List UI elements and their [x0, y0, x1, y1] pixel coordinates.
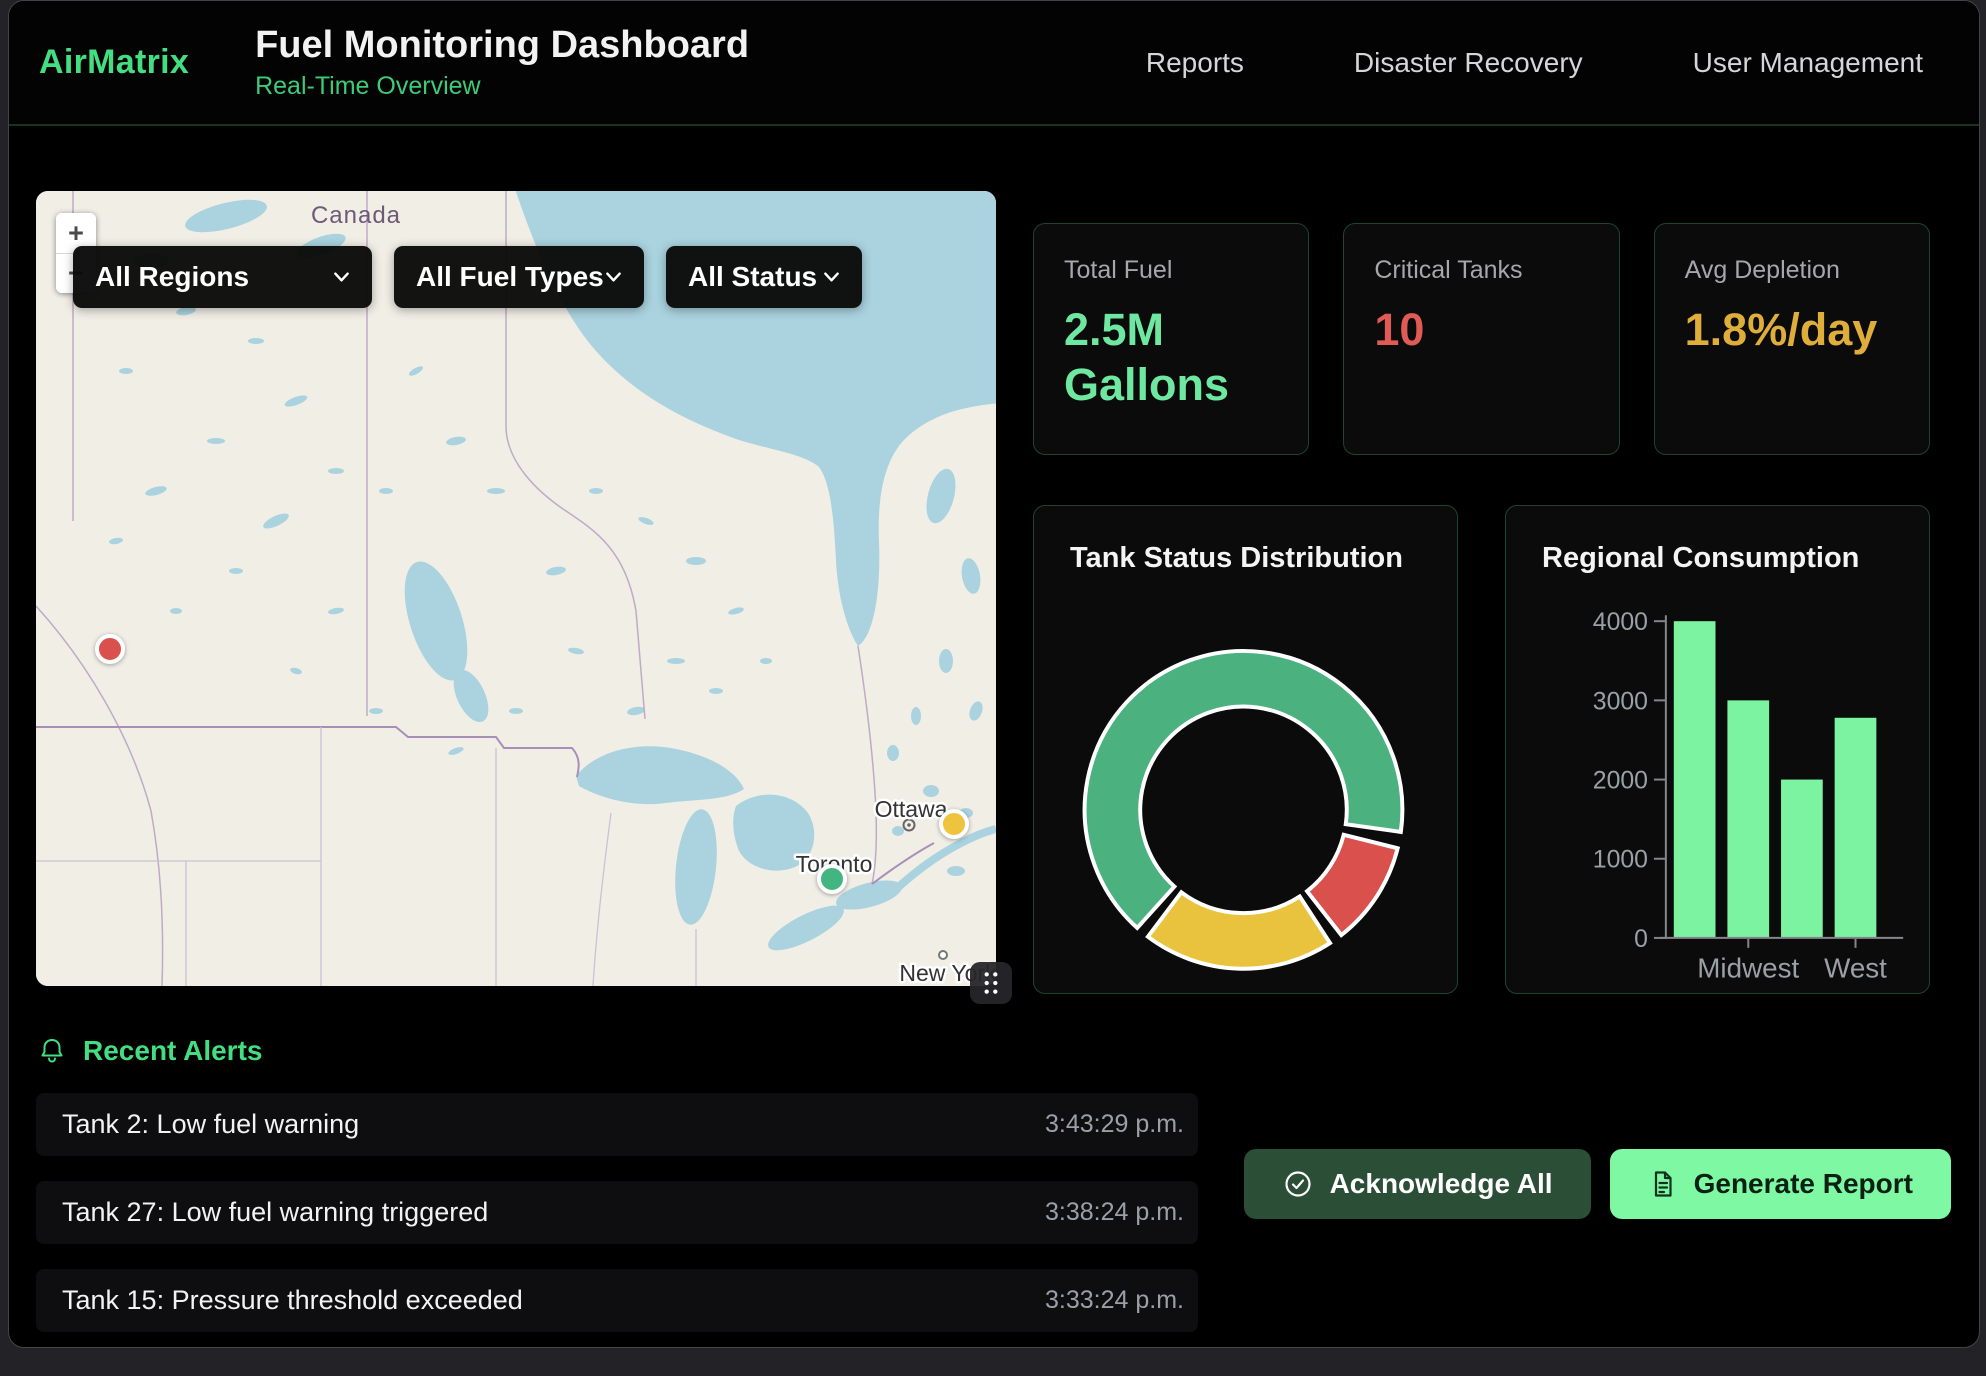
alert-time: 3:43:29 p.m.: [1045, 1110, 1184, 1139]
svg-text:1000: 1000: [1593, 847, 1648, 874]
map-filters: All Regions All Fuel Types All Status: [73, 246, 862, 308]
tank-status-donut-chart: [1034, 506, 1457, 992]
stat-label: Critical Tanks: [1374, 256, 1588, 285]
regional-consumption-bar-chart: 0 1000 2000 3000 4000 Midwest West: [1506, 506, 1929, 992]
generate-report-label: Generate Report: [1694, 1168, 1913, 1200]
stat-label: Avg Depletion: [1685, 256, 1899, 285]
app-logo: AirMatrix: [39, 43, 189, 82]
stat-card-avg-depletion: Avg Depletion 1.8%/day: [1654, 223, 1930, 455]
main-content: Canada Ottawa Toronto New York + − All R…: [9, 126, 1979, 994]
svg-text:2000: 2000: [1593, 767, 1648, 794]
chart-title: Tank Status Distribution: [1070, 542, 1403, 575]
stat-card-critical-tanks: Critical Tanks 10: [1343, 223, 1619, 455]
stat-value: 10: [1374, 303, 1549, 358]
alert-row: Tank 27: Low fuel warning triggered 3:38…: [36, 1181, 1198, 1244]
chart-title: Regional Consumption: [1542, 542, 1859, 575]
svg-text:4000: 4000: [1593, 609, 1648, 636]
acknowledge-all-label: Acknowledge All: [1330, 1168, 1553, 1200]
acknowledge-all-button[interactable]: Acknowledge All: [1244, 1149, 1591, 1219]
page-subtitle: Real-Time Overview: [255, 72, 749, 101]
alert-time: 3:38:24 p.m.: [1045, 1198, 1184, 1227]
drag-dots-icon: [980, 969, 1002, 997]
generate-report-button[interactable]: Generate Report: [1610, 1149, 1951, 1219]
page-title: Fuel Monitoring Dashboard: [255, 24, 749, 67]
report-file-icon: [1648, 1169, 1678, 1199]
alert-row: Tank 2: Low fuel warning 3:43:29 p.m.: [36, 1093, 1198, 1156]
regional-consumption-chart-card: Regional Consumption 0 1000 2000 3000 4000 Mi…: [1505, 505, 1930, 994]
nav-disaster-recovery[interactable]: Disaster Recovery: [1354, 47, 1583, 79]
stat-card-total-fuel: Total Fuel 2.5M Gallons: [1033, 223, 1309, 455]
map-markers-layer: [36, 191, 996, 986]
map-panel: Canada Ottawa Toronto New York + − All R…: [36, 191, 996, 986]
bell-icon: [36, 1035, 68, 1067]
chevron-down-icon: [823, 272, 840, 282]
main-nav: Reports Disaster Recovery User Managemen…: [1146, 47, 1923, 79]
alerts-title: Recent Alerts: [83, 1035, 262, 1067]
tank-marker-normal[interactable]: [817, 864, 847, 894]
check-circle-icon: [1282, 1168, 1314, 1200]
svg-text:West: West: [1824, 953, 1887, 984]
nav-user-management[interactable]: User Management: [1693, 47, 1923, 79]
region-filter-value: All Regions: [95, 261, 249, 293]
alert-message: Tank 2: Low fuel warning: [62, 1109, 359, 1140]
tank-status-chart-card: Tank Status Distribution: [1033, 505, 1458, 994]
svg-text:3000: 3000: [1593, 688, 1648, 715]
alerts-header: Recent Alerts: [36, 1034, 1933, 1068]
stat-value: 2.5M Gallons: [1064, 303, 1239, 413]
alerts-section: Recent Alerts Tank 2: Low fuel warning 3…: [9, 994, 1979, 1332]
tank-marker-critical[interactable]: [95, 634, 125, 664]
alert-row: Tank 15: Pressure threshold exceeded 3:3…: [36, 1269, 1198, 1332]
fuel-type-filter-value: All Fuel Types: [416, 261, 604, 293]
title-block: Fuel Monitoring Dashboard Real-Time Over…: [255, 24, 749, 101]
map[interactable]: Canada Ottawa Toronto New York + − All R…: [36, 191, 996, 986]
alert-actions: Acknowledge All Generate Report: [1244, 1149, 1951, 1219]
status-filter-value: All Status: [688, 261, 817, 293]
alert-time: 3:33:24 p.m.: [1045, 1286, 1184, 1315]
region-filter-select[interactable]: All Regions: [73, 246, 372, 308]
stat-value: 1.8%/day: [1685, 303, 1860, 358]
map-resize-handle[interactable]: [970, 962, 1012, 1004]
alert-message: Tank 27: Low fuel warning triggered: [62, 1197, 488, 1228]
stat-label: Total Fuel: [1064, 256, 1278, 285]
tank-marker-warning[interactable]: [939, 809, 969, 839]
nav-reports[interactable]: Reports: [1146, 47, 1244, 79]
chevron-down-icon: [605, 272, 622, 282]
chevron-down-icon: [333, 272, 350, 282]
right-column: Total Fuel 2.5M Gallons Critical Tanks 1…: [1033, 223, 1979, 994]
svg-text:0: 0: [1634, 926, 1648, 953]
charts-row: Tank Status Distribution Regional Consum…: [1033, 505, 1930, 994]
fuel-type-filter-select[interactable]: All Fuel Types: [394, 246, 644, 308]
svg-text:Midwest: Midwest: [1697, 953, 1799, 984]
header: AirMatrix Fuel Monitoring Dashboard Real…: [9, 1, 1979, 126]
alert-message: Tank 15: Pressure threshold exceeded: [62, 1285, 523, 1316]
dashboard-container: AirMatrix Fuel Monitoring Dashboard Real…: [8, 0, 1980, 1348]
status-filter-select[interactable]: All Status: [666, 246, 862, 308]
stats-row: Total Fuel 2.5M Gallons Critical Tanks 1…: [1033, 223, 1930, 455]
